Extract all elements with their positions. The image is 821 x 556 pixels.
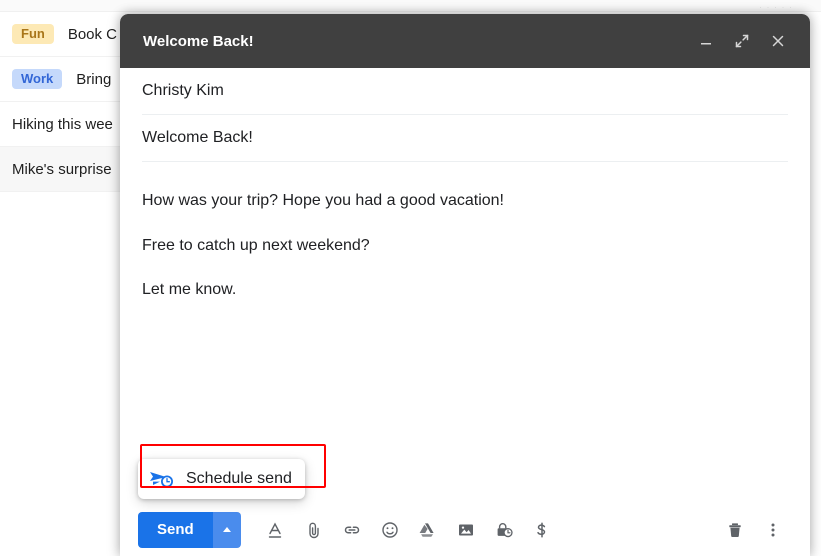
confidential-mode-icon[interactable] xyxy=(485,511,523,549)
send-button-label[interactable]: Send xyxy=(138,511,213,548)
recipient-field[interactable]: Christy Kim xyxy=(142,68,788,115)
expand-icon[interactable] xyxy=(724,23,760,59)
formatting-options-icon[interactable] xyxy=(257,511,295,549)
compose-toolbar: Send xyxy=(120,502,810,556)
label-chip[interactable]: Fun xyxy=(12,23,54,45)
list-item-text: Mike's surprise xyxy=(12,160,112,178)
list-item-text: Hiking this wee xyxy=(12,115,113,133)
close-icon[interactable] xyxy=(760,23,796,59)
insert-emoji-icon[interactable] xyxy=(371,511,409,549)
body-paragraph: Free to catch up next weekend? xyxy=(142,236,370,254)
minimize-icon[interactable] xyxy=(688,23,724,59)
screen: · · · · · Fun Book C Work Bring Hiking t… xyxy=(0,0,821,556)
more-options-icon[interactable] xyxy=(754,511,792,549)
compose-window: Welcome Back! Christy Kim Welcome Back! xyxy=(120,14,810,556)
subject-value: Welcome Back! xyxy=(142,129,253,146)
compose-title-bar[interactable]: Welcome Back! xyxy=(120,14,810,68)
send-button[interactable]: Send xyxy=(138,511,241,548)
body-paragraph: Let me know. xyxy=(142,281,237,299)
discard-draft-icon[interactable] xyxy=(716,511,754,549)
recipient-value: Christy Kim xyxy=(142,82,224,99)
body-paragraph: How was your trip? Hope you had a good v… xyxy=(142,192,504,209)
attach-file-icon[interactable] xyxy=(295,511,333,549)
insert-link-icon[interactable] xyxy=(333,511,371,549)
subject-field[interactable]: Welcome Back! xyxy=(142,115,788,162)
background-top-strip: · · · · · xyxy=(0,0,821,12)
schedule-send-label: Schedule send xyxy=(186,470,292,487)
insert-photo-icon[interactable] xyxy=(447,511,485,549)
background-ghost-text: · · · · · xyxy=(759,2,793,12)
compose-title: Welcome Back! xyxy=(143,32,254,50)
list-item-text: Book C xyxy=(67,25,118,43)
schedule-send-tooltip[interactable]: Schedule send xyxy=(138,459,305,499)
list-item-text: Bring xyxy=(76,70,112,88)
label-chip[interactable]: Work xyxy=(12,68,63,90)
insert-drive-icon[interactable] xyxy=(409,511,447,549)
insert-money-icon[interactable] xyxy=(523,511,561,549)
send-options-caret-up-icon[interactable] xyxy=(212,511,241,548)
schedule-send-icon xyxy=(149,468,175,490)
message-body[interactable]: How was your trip? Hope you had a good v… xyxy=(120,162,810,502)
